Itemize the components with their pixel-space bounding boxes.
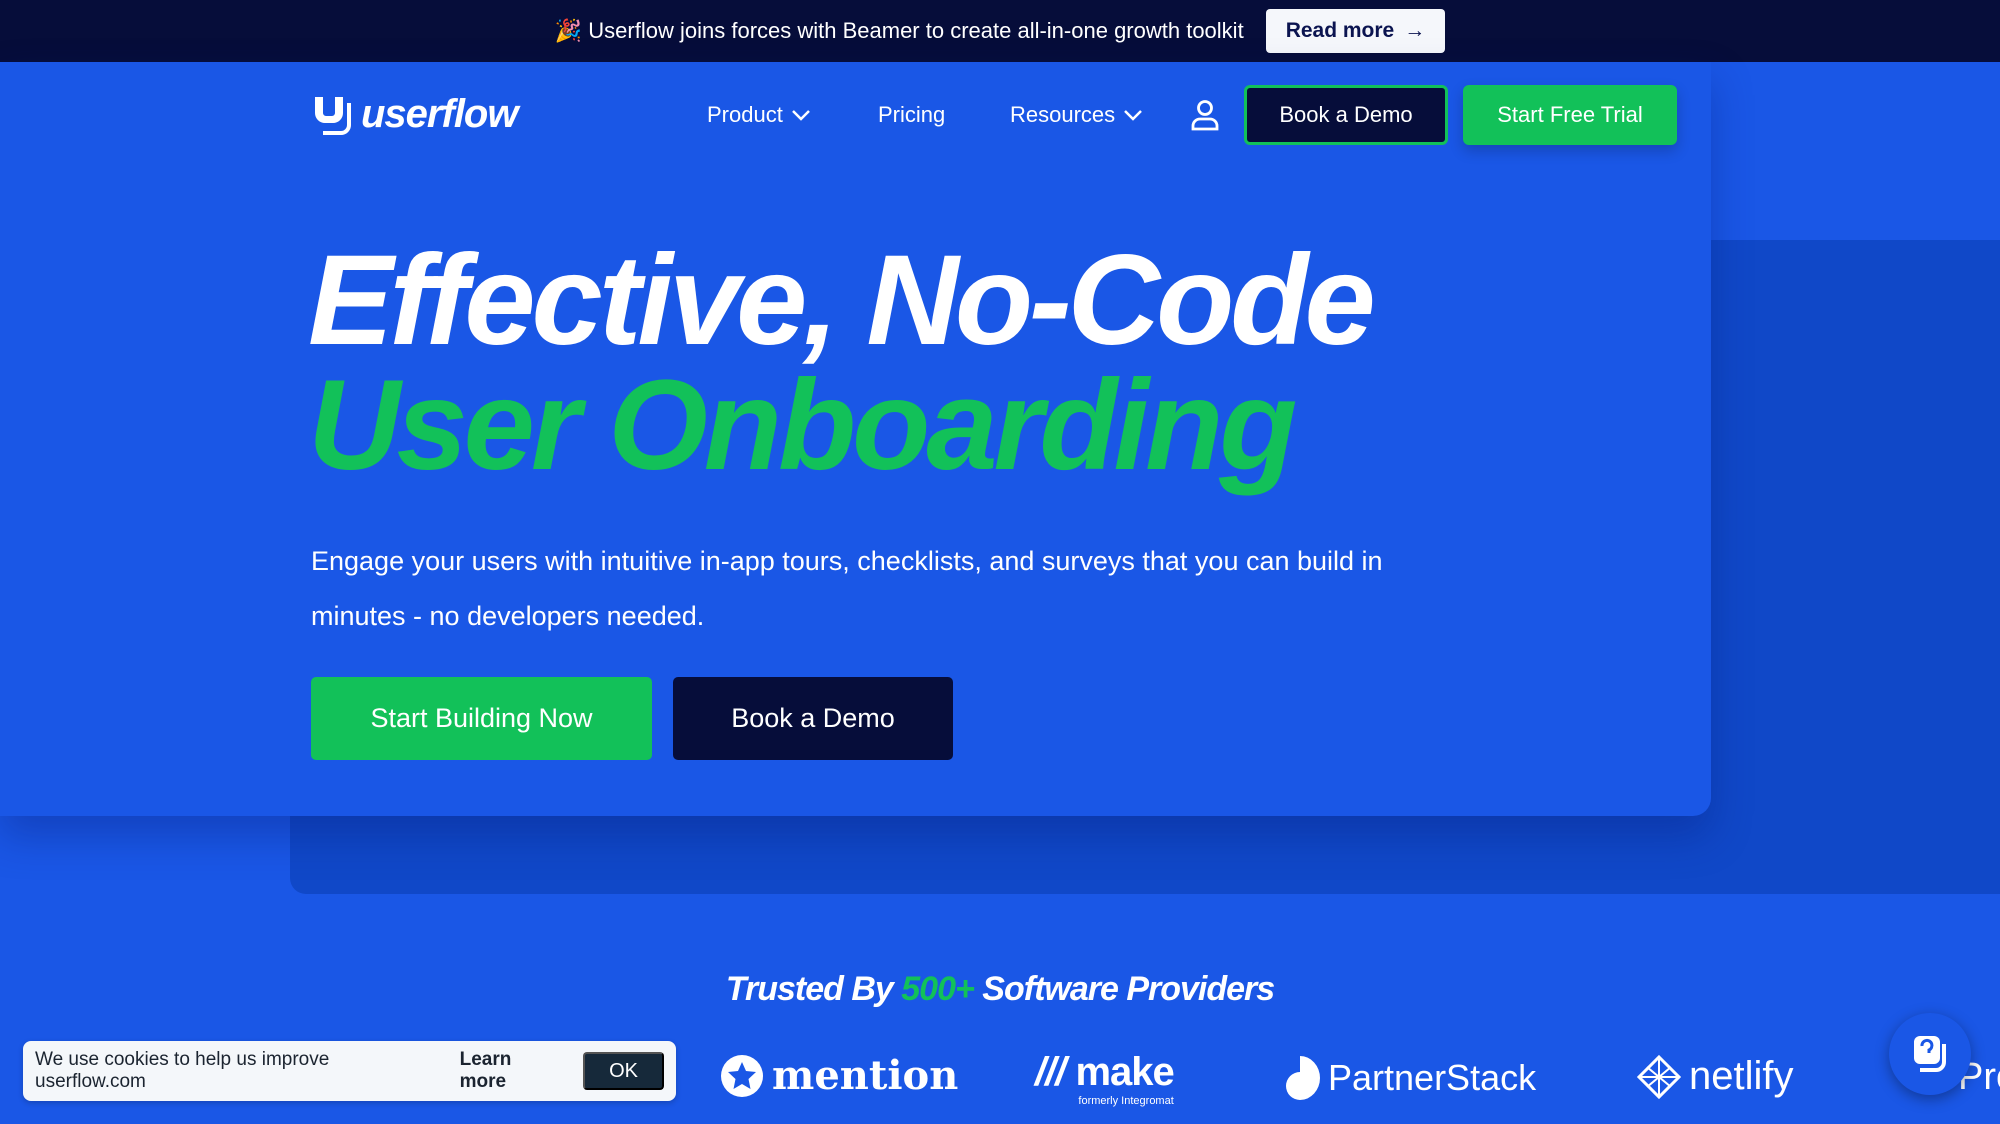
chat-icon bbox=[1914, 1036, 1946, 1072]
read-more-label: Read more bbox=[1285, 19, 1395, 42]
logo-wordmark: userflow bbox=[361, 92, 518, 136]
book-demo-nav-button[interactable]: Book a Demo bbox=[1244, 85, 1448, 145]
logo-netlify-text: netlify bbox=[1689, 1054, 1794, 1098]
logo-netlify: netlify bbox=[1637, 1054, 1794, 1099]
nav-resources[interactable]: Resources bbox=[1010, 85, 1143, 144]
user-icon bbox=[1191, 99, 1219, 130]
logo-make-text: make bbox=[1075, 1050, 1174, 1094]
logo-mention: mention bbox=[720, 1052, 958, 1099]
nav-product-label: Product bbox=[707, 101, 783, 127]
logo-make: /// make formerly Integromat bbox=[1035, 1050, 1175, 1107]
nav-pricing-label: Pricing bbox=[878, 101, 946, 127]
arrow-right-icon: → bbox=[1404, 19, 1426, 42]
start-building-button[interactable]: Start Building Now bbox=[311, 677, 652, 760]
logo-partnerstack-text: PartnerStack bbox=[1328, 1057, 1537, 1098]
announcement-text: 🎉 Userflow joins forces with Beamer to c… bbox=[555, 18, 1244, 44]
trusted-heading: Trusted By 500+ Software Providers bbox=[0, 970, 2000, 1009]
chevron-down-icon bbox=[791, 109, 810, 121]
account-button[interactable] bbox=[1190, 85, 1220, 144]
star-icon bbox=[721, 1054, 763, 1097]
nav-pricing[interactable]: Pricing bbox=[878, 85, 945, 144]
chevron-down-icon bbox=[1124, 109, 1143, 121]
read-more-button[interactable]: Read more → bbox=[1265, 9, 1446, 53]
trusted-count: 500+ bbox=[901, 970, 975, 1008]
announcement-message: Userflow joins forces with Beamer to cre… bbox=[588, 18, 1244, 43]
trusted-prefix: Trusted By bbox=[725, 970, 894, 1008]
netlify-icon bbox=[1637, 1054, 1681, 1099]
announcement-bar: 🎉 Userflow joins forces with Beamer to c… bbox=[0, 0, 2000, 62]
trusted-suffix: Software Providers bbox=[982, 970, 1275, 1008]
cookie-learn-more-link[interactable]: Learn more bbox=[460, 1049, 562, 1093]
hero-title-line2: User Onboarding bbox=[308, 354, 1297, 497]
start-free-trial-button[interactable]: Start Free Trial bbox=[1463, 85, 1677, 145]
userflow-logo-icon bbox=[315, 96, 351, 135]
logo-make-tagline: formerly Integromat bbox=[1078, 1095, 1174, 1107]
logo-partnerstack: PartnerStack bbox=[1280, 1054, 1536, 1102]
party-icon: 🎉 bbox=[554, 18, 583, 43]
make-icon: /// bbox=[1035, 1050, 1066, 1094]
book-demo-button[interactable]: Book a Demo bbox=[673, 677, 953, 760]
nav-resources-label: Resources bbox=[1010, 101, 1116, 127]
chat-launcher-button[interactable] bbox=[1889, 1013, 1971, 1095]
hero-title-line1: Effective, No-Code bbox=[308, 229, 1376, 372]
cookie-banner: We use cookies to help us improve userfl… bbox=[23, 1041, 676, 1101]
cookie-text: We use cookies to help us improve userfl… bbox=[35, 1049, 330, 1092]
nav-product[interactable]: Product bbox=[707, 85, 811, 144]
cookie-ok-button[interactable]: OK bbox=[583, 1052, 664, 1090]
logo-mention-text: mention bbox=[772, 1052, 959, 1099]
logo[interactable]: userflow bbox=[311, 92, 518, 137]
hero-title: Effective, No-Code User Onboarding bbox=[308, 237, 1376, 497]
hero-subtitle: Engage your users with intuitive in-app … bbox=[311, 546, 1383, 631]
partnerstack-icon bbox=[1286, 1056, 1320, 1100]
